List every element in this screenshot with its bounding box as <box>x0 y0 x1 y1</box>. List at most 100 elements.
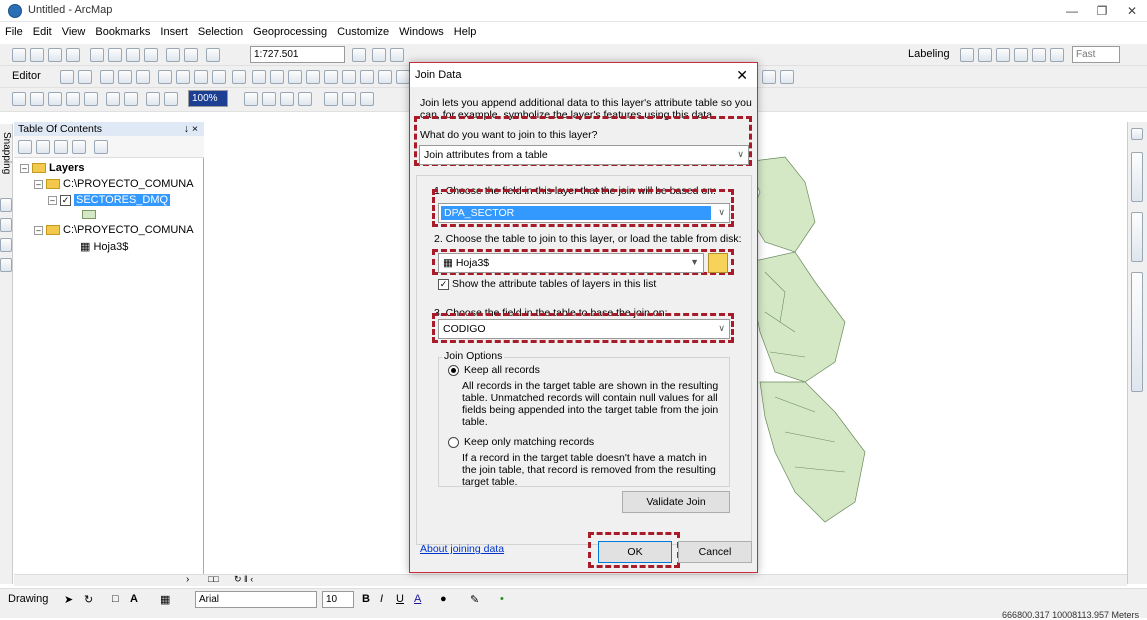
toc-close-button[interactable]: ↓ × <box>184 123 198 135</box>
about-joining-link[interactable]: About joining data <box>420 543 504 555</box>
attributes-icon[interactable] <box>194 70 208 84</box>
trace-icon[interactable] <box>136 70 150 84</box>
end-point-arc-icon[interactable] <box>118 70 132 84</box>
collapse-icon[interactable]: – <box>48 195 57 205</box>
layer-name[interactable]: SECTORES_DMQ <box>74 194 171 206</box>
cut-icon[interactable] <box>90 48 104 62</box>
toggle-draft-icon[interactable] <box>164 92 178 106</box>
menu-windows[interactable]: Windows <box>394 23 449 41</box>
full-extent-icon[interactable] <box>306 70 320 84</box>
folder-node-1[interactable]: – C:\PROYECTO_COMUNA <box>34 178 194 190</box>
collapse-icon[interactable]: – <box>34 225 43 235</box>
keep-matching-radio[interactable] <box>448 437 459 448</box>
snapping-label[interactable]: Snapping <box>1 132 12 174</box>
menu-selection[interactable]: Selection <box>193 23 248 41</box>
pause-labeling-icon[interactable] <box>1032 48 1046 62</box>
data-view-icon[interactable]: □□ <box>208 574 219 584</box>
table-field-select[interactable]: CODIGO ∨ <box>438 319 730 339</box>
picture-icon[interactable]: ▦ <box>160 593 170 606</box>
scroll-right-icon[interactable]: › <box>186 574 189 585</box>
edge-snap-icon[interactable] <box>0 258 12 272</box>
collapse-icon[interactable]: – <box>20 163 29 173</box>
line-color-icon[interactable]: ✎ <box>470 593 479 606</box>
open-icon[interactable] <box>30 48 44 62</box>
menu-geoprocessing[interactable]: Geoprocessing <box>248 23 332 41</box>
scroll-up-icon[interactable] <box>1131 128 1143 140</box>
print-layout-icon[interactable] <box>298 92 312 106</box>
select-elements-icon[interactable]: ➤ <box>64 593 73 606</box>
paste-icon[interactable] <box>126 48 140 62</box>
pan-icon[interactable] <box>288 70 302 84</box>
data-driven-pages-icon[interactable] <box>280 92 294 106</box>
focus-data-frame-icon[interactable] <box>244 92 258 106</box>
layout-zoom-in-icon[interactable] <box>12 92 26 106</box>
fixed-zoom-in-layout-icon[interactable] <box>84 92 98 106</box>
menu-insert[interactable]: Insert <box>155 23 193 41</box>
horizontal-scrollbar[interactable]: › □□ ↻ ‖ ‹ <box>14 574 1127 586</box>
layer-field-select[interactable]: DPA_SECTOR ∨ <box>438 203 730 223</box>
point-snap-icon[interactable] <box>0 198 12 212</box>
menu-edit[interactable]: Edit <box>28 23 57 41</box>
label-priority-icon[interactable] <box>978 48 992 62</box>
catalog-icon[interactable] <box>390 48 404 62</box>
end-snap-icon[interactable] <box>0 218 12 232</box>
lock-labels-icon[interactable] <box>1014 48 1028 62</box>
keep-all-label[interactable]: Keep all records <box>464 364 540 376</box>
bold-icon[interactable]: B <box>362 593 370 605</box>
zoom-out-icon[interactable] <box>270 70 284 84</box>
font-size-select[interactable]: 10 <box>322 591 354 608</box>
editor-menu[interactable]: Editor <box>12 70 41 82</box>
rotate-icon[interactable] <box>176 70 190 84</box>
measure-icon[interactable] <box>762 70 776 84</box>
list-by-selection-icon[interactable] <box>72 140 86 154</box>
redo-icon[interactable] <box>184 48 198 62</box>
search-tab[interactable] <box>1131 212 1143 262</box>
label-manager-icon[interactable] <box>960 48 974 62</box>
font-select[interactable]: Arial <box>195 591 317 608</box>
toc-icon[interactable] <box>372 48 386 62</box>
arctoolbox-tab[interactable] <box>1131 272 1143 392</box>
find-icon[interactable] <box>780 70 794 84</box>
label-weight-icon[interactable] <box>996 48 1010 62</box>
map-scale-field[interactable]: 1:727.501 <box>250 46 345 63</box>
zoom-whole-page-icon[interactable] <box>66 92 80 106</box>
underline-icon[interactable]: U <box>396 593 404 605</box>
menu-customize[interactable]: Customize <box>332 23 394 41</box>
edit-tool-icon[interactable] <box>60 70 74 84</box>
menu-bookmarks[interactable]: Bookmarks <box>90 23 155 41</box>
keep-all-radio[interactable] <box>448 365 459 376</box>
link-table-icon[interactable] <box>360 92 374 106</box>
layout-back-icon[interactable] <box>124 92 138 106</box>
close-button[interactable]: ✕ <box>1117 2 1147 20</box>
ok-button[interactable]: OK <box>598 541 672 563</box>
show-tables-checkbox[interactable]: ✓ <box>438 279 449 290</box>
table-node[interactable]: ▦ Hoja3$ <box>80 240 128 253</box>
select-features-icon[interactable] <box>396 70 410 84</box>
georef-icon[interactable] <box>324 92 338 106</box>
rectangle-icon[interactable]: □ <box>112 593 119 605</box>
list-by-source-icon[interactable] <box>36 140 50 154</box>
fill-color-icon[interactable]: ● <box>440 593 447 605</box>
go-back-icon[interactable] <box>360 70 374 84</box>
keep-matching-label[interactable]: Keep only matching records <box>464 436 594 448</box>
layer-visibility-checkbox[interactable]: ✓ <box>60 194 71 206</box>
label-quality-select[interactable]: Fast <box>1072 46 1120 63</box>
delete-icon[interactable] <box>144 48 158 62</box>
vertex-snap-icon[interactable] <box>0 238 12 252</box>
add-data-icon[interactable] <box>206 48 220 62</box>
fixed-zoom-out-icon[interactable] <box>342 70 356 84</box>
editor-toolbar-icon[interactable] <box>352 48 366 62</box>
layer-symbol-swatch[interactable] <box>82 210 96 219</box>
menu-view[interactable]: View <box>57 23 91 41</box>
zoom-100-icon[interactable] <box>106 92 120 106</box>
edit-annotation-icon[interactable] <box>78 70 92 84</box>
go-forward-icon[interactable] <box>378 70 392 84</box>
toc-options-icon[interactable] <box>94 140 108 154</box>
marker-color-icon[interactable]: • <box>500 593 504 605</box>
italic-icon[interactable]: I <box>380 593 383 605</box>
undo-icon[interactable] <box>166 48 180 62</box>
change-layout-icon[interactable] <box>262 92 276 106</box>
menu-help[interactable]: Help <box>449 23 482 41</box>
zoom-percent-field[interactable]: 100% <box>188 90 228 107</box>
sketch-properties-icon[interactable] <box>212 70 226 84</box>
